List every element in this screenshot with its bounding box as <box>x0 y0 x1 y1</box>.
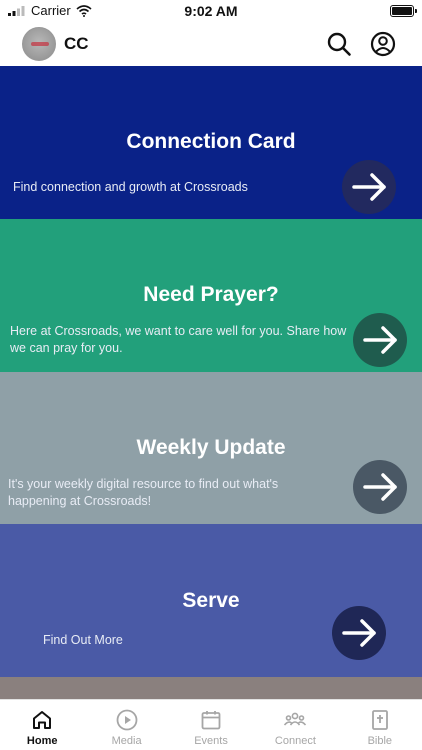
app-title: CC <box>64 34 89 53</box>
connection-card[interactable]: Connection Card Find connection and grow… <box>0 66 422 219</box>
card-arrow-button[interactable] <box>332 606 386 660</box>
tab-events[interactable]: Events <box>169 700 253 750</box>
card-title: Connection Card <box>126 130 296 153</box>
tab-label: Media <box>111 735 142 747</box>
tab-media[interactable]: Media <box>84 700 168 750</box>
tab-label: Connect <box>274 735 316 747</box>
tab-label: Bible <box>367 735 393 747</box>
search-button[interactable] <box>326 31 352 57</box>
arrow-right-icon <box>352 173 386 201</box>
bible-icon <box>371 710 388 730</box>
card-arrow-button[interactable] <box>342 160 396 214</box>
arrow-right-icon <box>363 473 397 501</box>
card-subtitle: Here at Crossroads, we want to care well… <box>10 324 347 355</box>
next-card-peek[interactable] <box>0 677 422 701</box>
tab-label: Events <box>194 735 228 747</box>
avatar[interactable] <box>22 27 56 61</box>
card-arrow-button[interactable] <box>353 460 407 514</box>
card-title: Weekly Update <box>136 436 286 459</box>
tab-connect[interactable]: Connect <box>253 700 337 750</box>
group-icon <box>284 712 307 726</box>
battery-icon <box>390 5 417 17</box>
card-subtitle: Find connection and growth at Crossroads <box>13 180 248 194</box>
need-prayer-card[interactable]: Need Prayer? Here at Crossroads, we want… <box>0 219 422 372</box>
play-circle-icon <box>116 709 138 731</box>
profile-icon <box>370 31 396 57</box>
status-bar: Carrier 9:02 AM <box>0 0 422 22</box>
calendar-icon <box>201 711 221 730</box>
profile-button[interactable] <box>370 31 396 57</box>
card-title: Need Prayer? <box>143 283 279 306</box>
tab-bar: Home Media Events Connect Bible <box>0 699 422 750</box>
serve-card[interactable]: Serve Find Out More <box>0 524 422 677</box>
home-icon <box>33 711 52 729</box>
app-bar: CC <box>0 22 422 66</box>
status-time: 9:02 AM <box>184 3 238 19</box>
card-subtitle: Find Out More <box>43 633 123 647</box>
weekly-update-card[interactable]: Weekly Update It's your weekly digital r… <box>0 372 422 525</box>
tab-label: Home <box>26 735 58 747</box>
arrow-right-icon <box>342 619 376 647</box>
tab-bible[interactable]: Bible <box>338 700 422 750</box>
tab-home[interactable]: Home <box>0 700 84 750</box>
card-arrow-button[interactable] <box>353 313 407 367</box>
card-subtitle: It's your weekly digital resource to fin… <box>8 477 279 508</box>
search-icon <box>327 32 351 56</box>
arrow-right-icon <box>363 326 397 354</box>
